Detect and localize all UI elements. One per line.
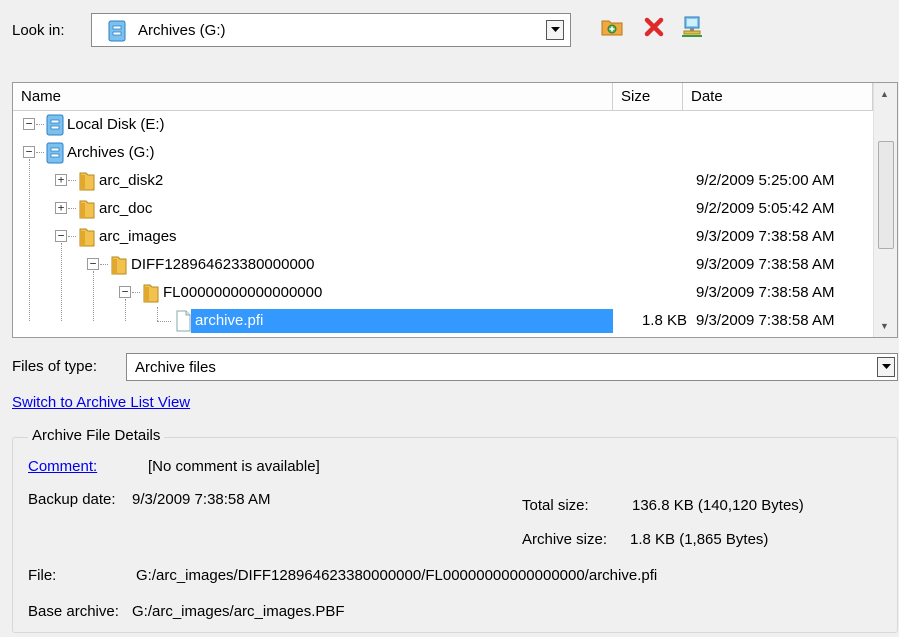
folder-icon: [77, 198, 97, 224]
expand-icon[interactable]: +: [55, 174, 67, 186]
file-path-value: G:/arc_images/DIFF128964623380000000/FL0…: [136, 567, 658, 584]
tree-row[interactable]: − Local Disk (E:): [13, 111, 873, 139]
row-name[interactable]: Local Disk (E:): [67, 116, 165, 133]
row-date: 9/3/2009 7:38:58 AM: [696, 312, 835, 329]
row-date: 9/2/2009 5:25:00 AM: [696, 172, 835, 189]
row-date: 9/3/2009 7:38:58 AM: [696, 228, 835, 245]
row-name[interactable]: Archives (G:): [67, 144, 155, 161]
total-size-label: Total size:: [522, 497, 589, 514]
files-of-type-label: Files of type:: [12, 358, 98, 375]
row-name[interactable]: arc_doc: [99, 200, 152, 217]
base-archive-label: Base archive:: [28, 603, 119, 620]
folder-icon: [77, 226, 97, 252]
row-name[interactable]: archive.pfi: [191, 309, 613, 333]
tree-row[interactable]: − arc_images 9/3/2009 7:38:58 AM: [13, 223, 873, 251]
collapse-icon[interactable]: −: [23, 118, 35, 130]
chevron-down-icon[interactable]: [546, 20, 564, 40]
look-in-combo[interactable]: Archives (G:): [91, 13, 571, 47]
folder-icon: [109, 254, 129, 280]
tree-guide-line: [125, 299, 126, 321]
files-of-type-combo[interactable]: Archive files: [126, 353, 898, 381]
file-icon: [173, 310, 193, 336]
tree-row[interactable]: − DIFF128964623380000000 9/3/2009 7:38:58 …: [13, 251, 873, 279]
tree-guide-line: [29, 159, 30, 321]
chevron-down-icon[interactable]: [877, 357, 895, 377]
file-label: File:: [28, 567, 57, 584]
row-date: 9/3/2009 7:38:58 AM: [696, 256, 835, 273]
look-in-value: Archives (G:): [138, 22, 226, 39]
file-tree-list[interactable]: Name Size Date − Local Disk (E:) − Archives…: [12, 82, 898, 338]
collapse-icon[interactable]: −: [23, 146, 35, 158]
scroll-down-icon[interactable]: ▼: [880, 321, 889, 331]
backup-date-value: 9/3/2009 7:38:58 AM: [132, 491, 271, 508]
red-x-icon: [643, 16, 665, 42]
drive-icon: [45, 142, 65, 168]
tree-guide-line: [93, 271, 94, 321]
row-name[interactable]: FL00000000000000000: [163, 284, 322, 301]
archive-size-label: Archive size:: [522, 531, 608, 548]
tree-row[interactable]: archive.pfi 1.8 KB 9/3/2009 7:38:58 AM: [13, 307, 873, 335]
column-header-date[interactable]: Date: [683, 83, 873, 111]
tree-row[interactable]: − FL00000000000000000 9/3/2009 7:38:58 AM: [13, 279, 873, 307]
row-date: 9/2/2009 5:05:42 AM: [696, 200, 835, 217]
delete-button[interactable]: [640, 15, 668, 43]
tree-row[interactable]: + arc_disk2 9/2/2009 5:25:00 AM: [13, 167, 873, 195]
row-date: 9/3/2009 7:38:58 AM: [696, 284, 835, 301]
switch-list-view-link[interactable]: Switch to Archive List View: [12, 394, 190, 411]
drive-icon: [45, 114, 65, 140]
row-name[interactable]: arc_images: [99, 228, 177, 245]
total-size-value: 136.8 KB (140,120 Bytes): [632, 497, 804, 514]
tree-row[interactable]: − Archives (G:): [13, 139, 873, 167]
folder-icon: [141, 282, 161, 308]
column-header-name[interactable]: Name: [13, 83, 613, 111]
network-button[interactable]: [678, 15, 706, 43]
row-size: 1.8 KB: [641, 312, 687, 329]
backup-date-label: Backup date:: [28, 491, 116, 508]
expand-icon[interactable]: +: [55, 202, 67, 214]
collapse-icon[interactable]: −: [87, 258, 99, 270]
add-location-button[interactable]: [598, 15, 626, 43]
collapse-icon[interactable]: −: [55, 230, 67, 242]
archive-size-value: 1.8 KB (1,865 Bytes): [630, 531, 769, 548]
folder-icon: [77, 170, 97, 196]
comment-value: [No comment is available]: [148, 458, 320, 475]
base-archive-value: G:/arc_images/arc_images.PBF: [132, 603, 345, 620]
files-of-type-value: Archive files: [135, 359, 216, 376]
scroll-up-icon[interactable]: ▲: [880, 89, 889, 99]
scrollbar-thumb[interactable]: [878, 141, 894, 249]
folder-add-icon: [600, 16, 624, 42]
collapse-icon[interactable]: −: [119, 286, 131, 298]
row-name[interactable]: arc_disk2: [99, 172, 163, 189]
column-header-size[interactable]: Size: [613, 83, 683, 111]
archive-details-title: Archive File Details: [28, 427, 165, 444]
tree-row[interactable]: + arc_doc 9/2/2009 5:05:42 AM: [13, 195, 873, 223]
drive-icon: [108, 20, 126, 46]
vertical-scrollbar[interactable]: ▲ ▼: [873, 83, 897, 337]
tree-guide-line: [61, 243, 62, 321]
comment-link[interactable]: Comment:: [28, 458, 97, 475]
row-name[interactable]: DIFF128964623380000000: [131, 256, 315, 273]
look-in-label: Look in:: [12, 22, 65, 39]
network-computer-icon: [680, 15, 704, 43]
